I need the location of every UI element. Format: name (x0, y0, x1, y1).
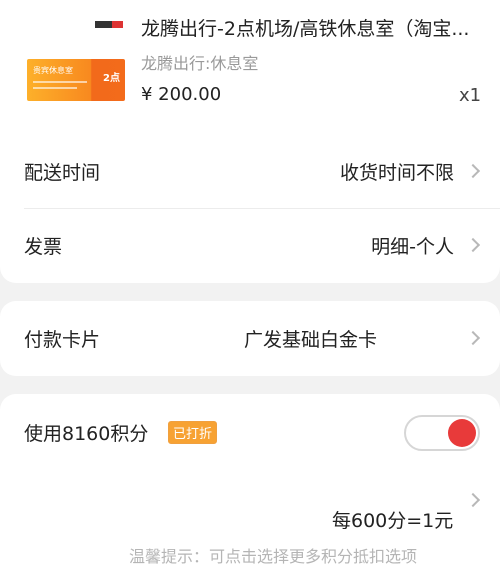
invoice-row[interactable]: 发票 明细-个人 (0, 209, 500, 281)
chevron-right-icon[interactable] (465, 492, 481, 508)
points-label: 使用8160积分 (24, 423, 149, 445)
payment-card-row[interactable]: 付款卡片 广发基础白金卡 (0, 302, 500, 374)
product-price: ¥ 200.00 (141, 84, 222, 105)
toggle-knob (448, 419, 476, 447)
chevron-right-icon (465, 330, 481, 346)
ticket-line (33, 81, 87, 83)
delivery-time-row[interactable]: 配送时间 收货时间不限 (0, 135, 500, 207)
points-toggle[interactable] (404, 415, 480, 451)
product-subtitle: 龙腾出行:休息室 (141, 54, 259, 73)
payment-card-section: 付款卡片 广发基础白金卡 (0, 301, 500, 376)
delivery-time-label: 配送时间 (24, 161, 101, 184)
discount-badge: 已打折 (168, 421, 218, 444)
payment-card-label: 付款卡片 (24, 328, 101, 351)
points-section: 使用8160积分 已打折 每600分=1元 温馨提示：可点击选择更多积分抵扣选项 (0, 394, 500, 578)
brand-logo (95, 21, 123, 28)
points-rate[interactable]: 每600分=1元 (332, 506, 453, 533)
product-title[interactable]: 龙腾出行-2点机场/高铁休息室（淘宝... (141, 14, 469, 41)
invoice-value: 明细-个人 (371, 235, 454, 258)
points-tip: 温馨提示：可点击选择更多积分抵扣选项 (129, 547, 418, 566)
ticket-badge: 2点 (103, 73, 120, 84)
lounge-ticket-image: 贵宾休息室 2点 (27, 59, 125, 101)
delivery-time-value: 收货时间不限 (339, 161, 454, 184)
payment-card-value: 广发基础白金卡 (244, 328, 378, 351)
ticket-text: 贵宾休息室 (33, 66, 73, 75)
chevron-right-icon (465, 237, 481, 253)
ticket-line (33, 87, 77, 89)
product-quantity: x1 (459, 85, 482, 106)
order-summary-card: 贵宾休息室 2点 龙腾出行-2点机场/高铁休息室（淘宝... 龙腾出行:休息室 … (0, 0, 500, 283)
chevron-right-icon (465, 163, 481, 179)
product-thumbnail[interactable]: 贵宾休息室 2点 (23, 17, 128, 127)
invoice-label: 发票 (24, 235, 63, 258)
